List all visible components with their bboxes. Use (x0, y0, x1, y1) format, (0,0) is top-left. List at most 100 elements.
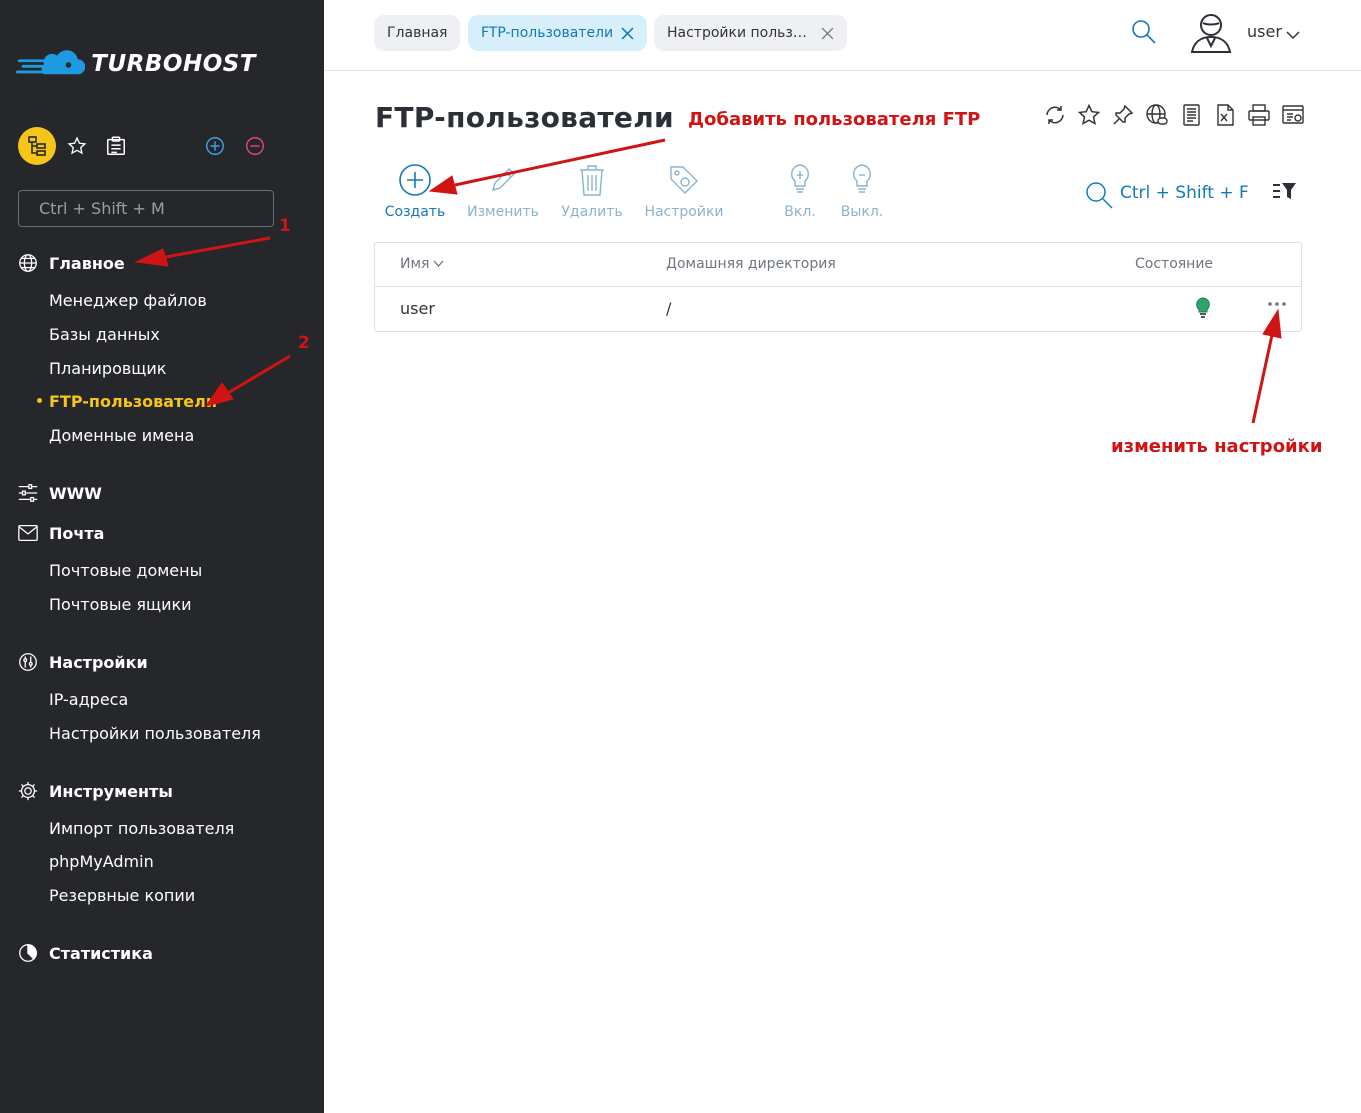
notes-button[interactable] (105, 135, 127, 157)
edit-button[interactable]: Изменить (458, 162, 548, 224)
annotation-step-1: 1 (279, 216, 291, 236)
filter-button[interactable] (1273, 182, 1297, 202)
sidebar-item-phpmyadmin[interactable]: phpMyAdmin (49, 850, 154, 874)
clipboard-icon (107, 136, 125, 155)
menu-search-input[interactable] (18, 190, 274, 227)
pin-button[interactable] (1111, 103, 1135, 127)
cell-home-directory: / (666, 299, 672, 318)
sliders-icon (18, 484, 38, 502)
annotation-edit-settings: изменить настройки (1111, 436, 1323, 457)
sitemap-icon (28, 136, 46, 156)
tab-home[interactable]: Главная (374, 15, 461, 51)
sidebar-item-user-settings[interactable]: Настройки пользователя (49, 722, 261, 746)
tab-label: FTP-пользователи (481, 25, 614, 41)
user-name[interactable]: user (1247, 22, 1282, 41)
page-title: FTP-пользователи (375, 101, 674, 134)
sidebar-item-ip-addresses[interactable]: IP-адреса (49, 688, 128, 712)
pie-chart-icon (19, 944, 37, 962)
collapse-all-button[interactable] (244, 135, 266, 157)
status-on-icon (1195, 297, 1211, 323)
sidebar-item-file-manager[interactable]: Менеджер файлов (49, 289, 207, 313)
column-state[interactable]: Состояние (1135, 256, 1213, 272)
excel-icon (1217, 104, 1234, 126)
disable-label: Выкл. (840, 204, 884, 220)
web-link-button[interactable] (1145, 103, 1169, 127)
nav-group-label: Почта (49, 523, 105, 543)
sidebar: TURBOHOST Главное Менеджер файлов Базы д… (0, 0, 324, 1113)
ftp-users-table: Имя Домашняя директория Состояние user / (374, 242, 1302, 332)
table-settings-button[interactable] (1281, 103, 1305, 127)
gear-icon (18, 781, 38, 801)
chevron-down-icon (433, 260, 444, 267)
create-label: Создать (384, 204, 446, 220)
table-gear-icon (1282, 105, 1304, 124)
nav-group-label: WWW (49, 483, 102, 503)
nav-group-statistics[interactable]: Статистика (0, 938, 324, 968)
nav-group-www[interactable]: WWW (0, 478, 324, 508)
column-label: Имя (400, 256, 430, 272)
sitemap-button[interactable] (18, 127, 56, 165)
brand-name: TURBOHOST (91, 51, 256, 77)
tab-user-settings[interactable]: Настройки польз… (654, 15, 847, 51)
log-button[interactable] (1179, 103, 1203, 127)
lightbulb-off-icon (852, 164, 872, 193)
settings-button[interactable]: Настройки (639, 162, 729, 224)
plus-circle-icon (399, 164, 431, 196)
row-actions-button[interactable] (1267, 295, 1287, 314)
favorite-button[interactable] (1077, 103, 1101, 127)
sidebar-item-domains[interactable]: Доменные имена (49, 424, 194, 448)
tab-label: Настройки польз… (667, 25, 807, 41)
nav-group-label: Настройки (49, 652, 148, 672)
disable-button[interactable]: Выкл. (817, 162, 907, 224)
globe-icon (19, 254, 37, 272)
envelope-icon (18, 525, 38, 541)
star-icon (1077, 103, 1101, 125)
sidebar-item-scheduler[interactable]: Планировщик (49, 357, 166, 381)
quick-actions (18, 127, 274, 165)
avatar[interactable] (1188, 12, 1234, 54)
filter-shortcut[interactable]: Ctrl + Shift + F (1120, 183, 1249, 203)
global-search-button[interactable] (1130, 18, 1158, 46)
refresh-button[interactable] (1043, 103, 1067, 127)
edit-label: Изменить (467, 204, 539, 220)
cell-name: user (400, 299, 435, 318)
nav-group-settings[interactable]: Настройки (0, 647, 324, 677)
sidebar-item-backups[interactable]: Резервные копии (49, 884, 195, 908)
nav-group-main[interactable]: Главное (0, 248, 324, 278)
trash-icon (580, 165, 604, 196)
nav-group-tools[interactable]: Инструменты (0, 776, 324, 806)
export-excel-button[interactable] (1213, 103, 1237, 127)
sidebar-item-mailboxes[interactable]: Почтовые ящики (49, 593, 192, 617)
column-name[interactable]: Имя (400, 256, 444, 272)
minus-circle-icon (246, 137, 264, 155)
sidebar-item-mail-domains[interactable]: Почтовые домены (49, 559, 202, 583)
filter-search-button[interactable] (1084, 180, 1114, 210)
pencil-icon (491, 168, 515, 192)
expand-all-button[interactable] (204, 135, 226, 157)
favorites-button[interactable] (66, 135, 88, 157)
lightbulb-on-icon (790, 164, 810, 193)
brand-logo[interactable]: TURBOHOST (16, 44, 256, 84)
nav-group-mail[interactable]: Почта (0, 518, 324, 548)
close-icon[interactable] (821, 27, 834, 40)
delete-label: Удалить (561, 204, 623, 220)
sidebar-item-user-import[interactable]: Импорт пользователя (49, 817, 234, 841)
search-icon (1086, 182, 1113, 209)
filter-icon (1273, 183, 1296, 199)
annotation-step-2: 2 (298, 333, 310, 353)
print-button[interactable] (1247, 103, 1271, 127)
top-bar: Главная FTP-пользователи Настройки польз… (324, 0, 1361, 71)
tab-ftp-users[interactable]: FTP-пользователи (468, 15, 648, 51)
close-icon[interactable] (621, 27, 634, 40)
sidebar-item-databases[interactable]: Базы данных (49, 323, 160, 347)
create-button[interactable]: Создать (370, 162, 460, 224)
pin-icon (1113, 104, 1134, 125)
table-row[interactable]: user / (375, 287, 1301, 331)
printer-icon (1248, 104, 1270, 126)
settings-label: Настройки (644, 204, 724, 220)
nav-group-label: Главное (49, 253, 125, 273)
chevron-down-icon[interactable] (1286, 25, 1300, 44)
sidebar-item-ftp-users[interactable]: FTP-пользователи (49, 390, 217, 414)
column-home-directory[interactable]: Домашняя директория (666, 256, 836, 272)
delete-button[interactable]: Удалить (547, 162, 637, 224)
